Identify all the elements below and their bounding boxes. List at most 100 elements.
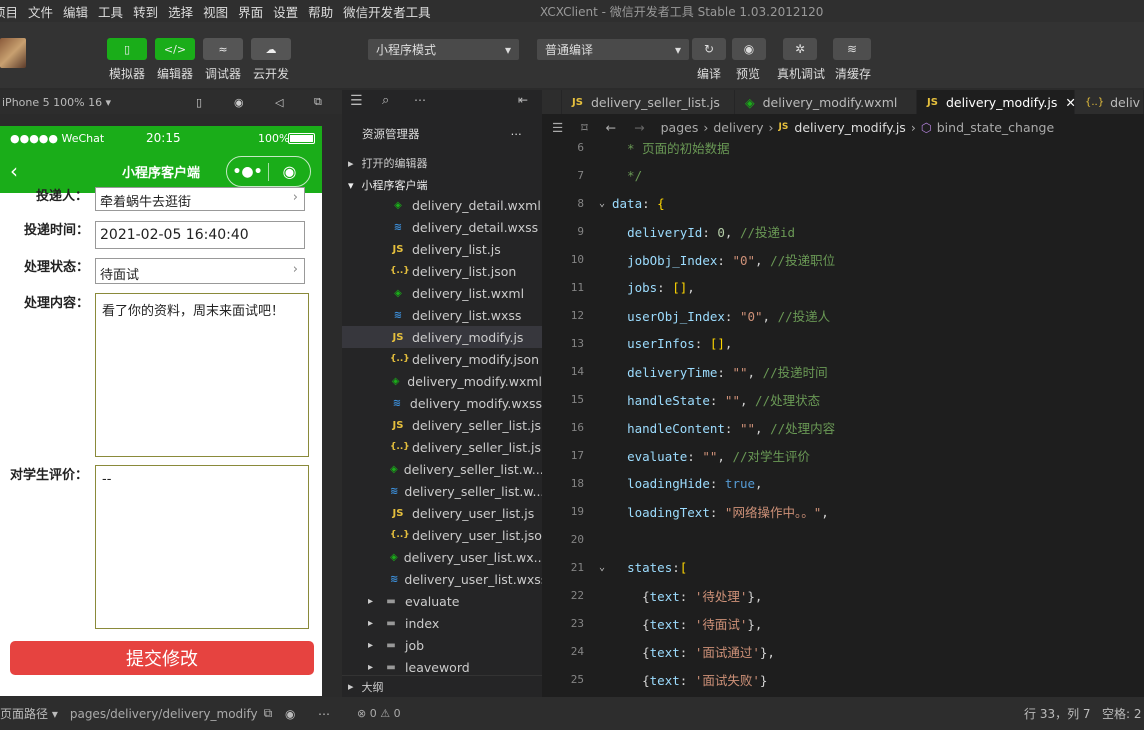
menu-item[interactable]: 工具 xyxy=(93,2,128,21)
folder-item[interactable]: ▸ ▬ index xyxy=(342,612,542,634)
more-icon[interactable]: ⋯ xyxy=(318,707,330,721)
more-icon[interactable]: •●• xyxy=(227,164,268,180)
file-item[interactable]: ≋ delivery_user_list.wxss xyxy=(342,568,547,590)
file-item[interactable]: {..} delivery_modify.json xyxy=(342,348,542,370)
file-item[interactable]: ◈ delivery_detail.wxml xyxy=(342,194,542,216)
debugger-button[interactable]: ≈ xyxy=(203,38,243,60)
breadcrumb-item[interactable]: pages xyxy=(661,120,699,135)
file-item[interactable]: ◈ delivery_seller_list.w... xyxy=(342,458,544,480)
folder-item[interactable]: ▸ ▬ evaluate xyxy=(342,590,542,612)
simulator-button[interactable]: ▯ xyxy=(107,38,147,60)
menu-item[interactable]: 帮助 xyxy=(303,2,338,21)
file-name: delivery_list.wxml xyxy=(412,285,525,301)
menu-item[interactable]: 文件 xyxy=(23,2,58,21)
state-picker[interactable]: 待面试 › xyxy=(95,258,305,284)
project-section[interactable]: ▾ 小程序客户端 xyxy=(342,174,542,196)
tab-delivery-modify-wxml[interactable]: ◈ delivery_modify.wxml xyxy=(735,90,917,114)
tab-delivery-modify-js[interactable]: JS delivery_modify.js ✕ xyxy=(917,90,1076,114)
menu-item[interactable]: 项目 xyxy=(0,2,23,21)
code-line: 22 {text: '待处理'}, xyxy=(542,581,1144,609)
line-number: 21 xyxy=(570,560,584,574)
editor-status-bar: 行 33，列 7 空格: 2 xyxy=(542,697,1144,730)
chevron-right-icon: ▸ xyxy=(348,156,354,170)
fold-icon[interactable]: ⌄ xyxy=(592,562,612,573)
folder-name: index xyxy=(405,615,440,631)
file-item[interactable]: ≋ delivery_detail.wxss xyxy=(342,216,542,238)
more-icon[interactable]: ⋯ xyxy=(414,93,426,107)
code-line: 17 evaluate: "", //对学生评价 xyxy=(542,441,1144,469)
code-line: 12 userObj_Index: "0", //投递人 xyxy=(542,301,1144,329)
device-select[interactable]: iPhone 5 100% 16 ▾ xyxy=(2,96,111,109)
remote-debug-button[interactable]: ✲ xyxy=(783,38,817,60)
tab-delivery-more[interactable]: {..} deliv xyxy=(1075,90,1144,114)
compile-button[interactable]: ↻ xyxy=(692,38,726,60)
editor-button[interactable]: </> xyxy=(155,38,195,60)
forward-icon[interactable]: → xyxy=(634,120,644,135)
file-item[interactable]: ≋ delivery_list.wxss xyxy=(342,304,542,326)
menu-item[interactable]: 设置 xyxy=(268,2,303,21)
person-picker[interactable]: 牵着蜗牛去逛街 › xyxy=(95,187,305,211)
fold-icon[interactable]: ⌄ xyxy=(592,198,612,209)
menu-item[interactable]: 视图 xyxy=(198,2,233,21)
file-item[interactable]: ◈ delivery_user_list.wx... xyxy=(342,546,546,568)
problems-indicator[interactable]: ⊗ 0 ⚠ 0 xyxy=(342,697,542,730)
menu-item[interactable]: 微信开发者工具 xyxy=(338,2,436,21)
breadcrumb-item[interactable]: delivery xyxy=(713,120,763,135)
file-item[interactable]: JS delivery_seller_list.js xyxy=(342,414,542,436)
window-icon[interactable]: ⧉ xyxy=(314,95,322,109)
breadcrumb-item[interactable]: delivery_modify.js xyxy=(794,120,905,135)
page-path-label[interactable]: 页面路径 ▾ xyxy=(0,705,58,722)
menu-item[interactable]: 选择 xyxy=(163,2,198,21)
outline-section[interactable]: ▸ 大纲 xyxy=(342,675,542,697)
clear-cache-button[interactable]: ≋ xyxy=(833,38,871,60)
close-circle-icon[interactable]: ◉ xyxy=(269,162,310,181)
bookmark-icon[interactable]: ⌑ xyxy=(581,120,587,135)
cloud-button[interactable]: ☁ xyxy=(251,38,291,60)
file-item[interactable]: ◈ delivery_list.wxml xyxy=(342,282,542,304)
list-icon[interactable]: ☰ xyxy=(350,93,363,109)
js-file-icon: JS xyxy=(927,96,938,108)
file-item[interactable]: ≋ delivery_seller_list.w... xyxy=(342,480,544,502)
more-icon[interactable]: ⋯ xyxy=(511,127,523,141)
collapse-icon[interactable]: ⇤ xyxy=(518,93,528,107)
avatar[interactable] xyxy=(0,38,26,68)
file-item[interactable]: JS delivery_modify.js xyxy=(342,326,542,348)
file-item[interactable]: JS delivery_user_list.js xyxy=(342,502,542,524)
open-editors-section[interactable]: ▸ 打开的编辑器 xyxy=(342,152,542,174)
compile-select[interactable]: 普通编译 ▾ xyxy=(537,39,689,60)
menu-item[interactable]: 转到 xyxy=(128,2,163,21)
cursor-position[interactable]: 行 33，列 7 xyxy=(1024,705,1091,722)
sound-icon[interactable]: ◁ xyxy=(275,96,283,109)
code-line: 14 deliveryTime: "", //投递时间 xyxy=(542,357,1144,385)
search-icon[interactable]: ⌕ xyxy=(382,93,389,108)
file-item[interactable]: {..} delivery_seller_list.js... xyxy=(342,436,553,458)
battery-text: 100% xyxy=(258,132,290,145)
record-icon[interactable]: ◉ xyxy=(234,96,244,109)
file-item[interactable]: JS delivery_list.js xyxy=(342,238,542,260)
mode-select[interactable]: 小程序模式 ▾ xyxy=(368,39,519,60)
menu-item[interactable]: 编辑 xyxy=(58,2,93,21)
content-textarea[interactable]: 看了你的资料，周末来面试吧！ xyxy=(95,293,309,457)
evaluate-textarea[interactable]: -- xyxy=(95,465,309,629)
file-item[interactable]: {..} delivery_user_list.json xyxy=(342,524,550,546)
submit-button[interactable]: 提交修改 xyxy=(10,641,314,675)
code-editor[interactable]: 6 * 页面的初始数据 7 */8 ⌄ data: {9 deliveryId: 0,… xyxy=(542,140,1144,697)
breadcrumb: ☰ ⌑ ← → pages › delivery › JS delivery_m… xyxy=(542,114,1144,140)
eye-icon[interactable]: ◉ xyxy=(285,707,295,721)
menu-item[interactable]: 界面 xyxy=(233,2,268,21)
back-icon[interactable]: ← xyxy=(606,120,616,135)
file-item[interactable]: ◈ delivery_modify.wxml xyxy=(342,370,542,392)
file-item[interactable]: ≋ delivery_modify.wxss xyxy=(342,392,542,414)
list-icon[interactable]: ☰ xyxy=(552,120,563,135)
preview-button[interactable]: ◉ xyxy=(732,38,766,60)
file-item[interactable]: {..} delivery_list.json xyxy=(342,260,542,282)
time-input[interactable]: 2021-02-05 16:40:40 xyxy=(95,221,305,249)
tab-delivery-seller-list-js[interactable]: JS delivery_seller_list.js xyxy=(562,90,735,114)
indent-setting[interactable]: 空格: 2 xyxy=(1102,705,1142,722)
folder-item[interactable]: ▸ ▬ job xyxy=(342,634,542,656)
breadcrumb-item[interactable]: bind_state_change xyxy=(937,120,1054,135)
phone-icon: ▯ xyxy=(123,42,131,56)
copy-icon[interactable]: ⧉ xyxy=(264,706,273,721)
phone-icon[interactable]: ▯ xyxy=(196,96,202,109)
file-name: delivery_seller_list.js... xyxy=(412,439,553,455)
